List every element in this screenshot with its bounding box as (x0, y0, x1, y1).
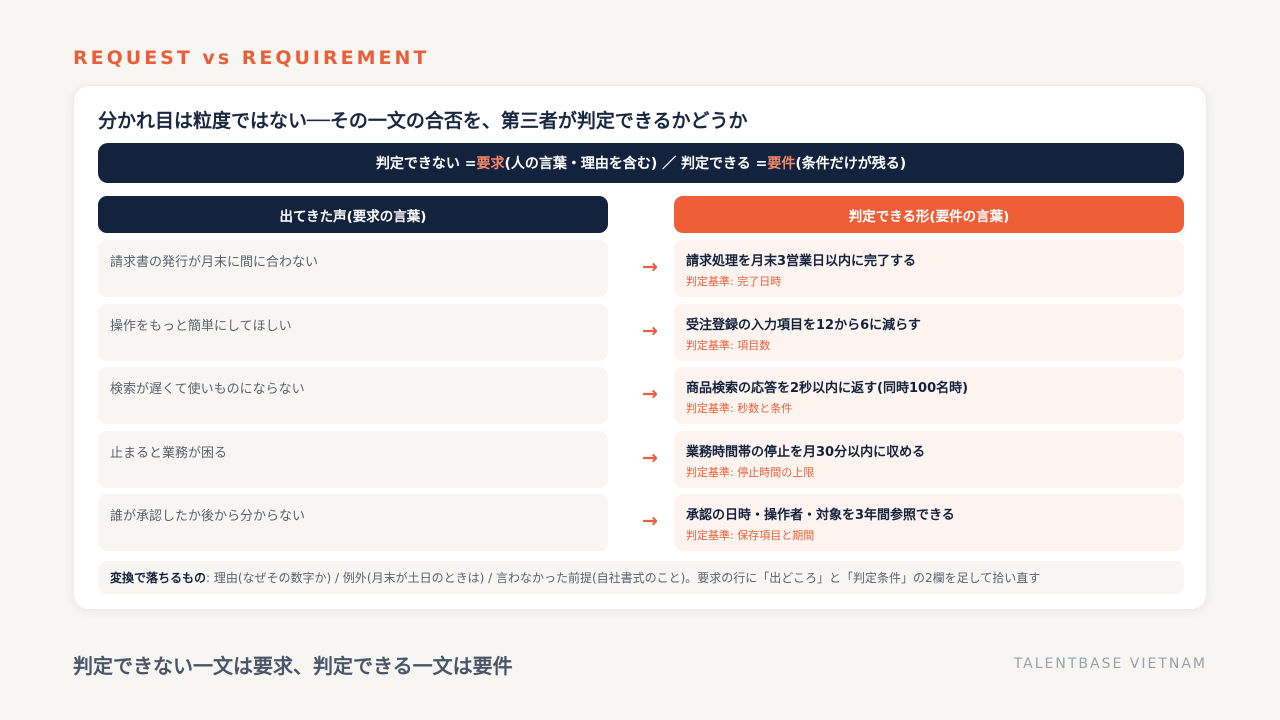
arrow-right-icon: → (642, 383, 658, 405)
conversion-rows: 請求書の発行が月末に間に合わない → 請求処理を月末3営業日以内に完了する 判定… (98, 240, 1184, 558)
requirement-cell: 業務時間帯の停止を月30分以内に収める 判定基準: 停止時間の上限 (674, 430, 1184, 488)
table-row: 操作をもっと簡単にしてほしい → 受注登録の入力項目を12から6に減らす 判定基… (98, 303, 1184, 361)
requirement-text: 業務時間帯の停止を月30分以内に収める (686, 444, 926, 460)
right-column-header: 判定できる形(要件の言葉) (674, 196, 1184, 233)
card-title: 分かれ目は粒度ではない──その一文の合否を、第三者が判定できるかどうか (98, 110, 748, 132)
table-row: 誰が承認したか後から分からない → 承認の日時・操作者・対象を3年間参照できる … (98, 494, 1184, 551)
table-row: 請求書の発行が月末に間に合わない → 請求処理を月末3営業日以内に完了する 判定… (98, 240, 1184, 297)
arrow-right-icon: → (642, 446, 658, 469)
footnote-label: 変換で落ちるもの (110, 571, 207, 585)
criterion-text: 判定基準: 停止時間の上限 (686, 465, 815, 479)
brand-logo-text: TALENTBASE VIETNAM (1013, 656, 1207, 672)
definition-banner: 判定できない = 要求 (人の言葉・理由を含む) ／ 判定できる = 要件 (条… (98, 143, 1184, 183)
eyebrow-title: REQUEST vs REQUIREMENT (73, 47, 430, 69)
comparison-card: 分かれ目は粒度ではない──その一文の合否を、第三者が判定できるかどうか 判定でき… (73, 85, 1207, 610)
arrow-right-icon: → (642, 256, 658, 278)
requirement-cell: 承認の日時・操作者・対象を3年間参照できる 判定基準: 保存項目と期間 (674, 494, 1184, 551)
table-row: 止まると業務が困る → 業務時間帯の停止を月30分以内に収める 判定基準: 停止… (98, 430, 1184, 488)
criterion-text: 判定基準: 保存項目と期間 (686, 529, 815, 542)
requirement-text: 商品検索の応答を2秒以内に返す(同時100名時) (686, 381, 969, 396)
requirement-text: 受注登録の入力項目を12から6に減らす (686, 317, 921, 333)
requirement-cell: 受注登録の入力項目を12から6に減らす 判定基準: 項目数 (674, 303, 1184, 361)
requirement-text: 承認の日時・操作者・対象を3年間参照できる (686, 508, 955, 523)
banner-text-3: (条件だけが残る) (795, 156, 907, 172)
requirement-cell: 商品検索の応答を2秒以内に返す(同時100名時) 判定基準: 秒数と条件 (674, 367, 1184, 424)
arrow-right-icon: → (642, 319, 658, 342)
summary-statement: 判定できない一文は要求、判定できる一文は要件 (73, 654, 513, 678)
criterion-text: 判定基準: 秒数と条件 (686, 402, 793, 415)
voice-cell: 検索が遅くて使いものにならない (98, 367, 608, 424)
requirement-cell: 請求処理を月末3営業日以内に完了する 判定基準: 完了日時 (674, 240, 1184, 297)
banner-highlight-request: 要求 (476, 156, 505, 172)
banner-text-1: 判定できない = (375, 156, 477, 172)
voice-cell: 止まると業務が困る (98, 430, 608, 488)
footnote-text: : 理由(なぜその数字か) / 例外(月末が土日のときは) / 言わなかった前提… (206, 571, 1041, 585)
table-row: 検索が遅くて使いものにならない → 商品検索の応答を2秒以内に返す(同時100名… (98, 367, 1184, 424)
voice-cell: 誰が承認したか後から分からない (98, 494, 608, 551)
requirement-text: 請求処理を月末3営業日以内に完了する (686, 254, 917, 269)
voice-cell: 請求書の発行が月末に間に合わない (98, 240, 608, 297)
criterion-text: 判定基準: 項目数 (686, 338, 771, 352)
criterion-text: 判定基準: 完了日時 (686, 275, 782, 288)
arrow-right-icon: → (642, 510, 658, 532)
voice-cell: 操作をもっと簡単にしてほしい (98, 303, 608, 361)
banner-text-2: (人の言葉・理由を含む) ／ 判定できる = (504, 156, 768, 172)
left-column-header: 出てきた声(要求の言葉) (98, 196, 608, 233)
banner-highlight-requirement: 要件 (767, 156, 796, 172)
conversion-footnote: 変換で落ちるもの : 理由(なぜその数字か) / 例外(月末が土日のときは) /… (98, 561, 1184, 594)
